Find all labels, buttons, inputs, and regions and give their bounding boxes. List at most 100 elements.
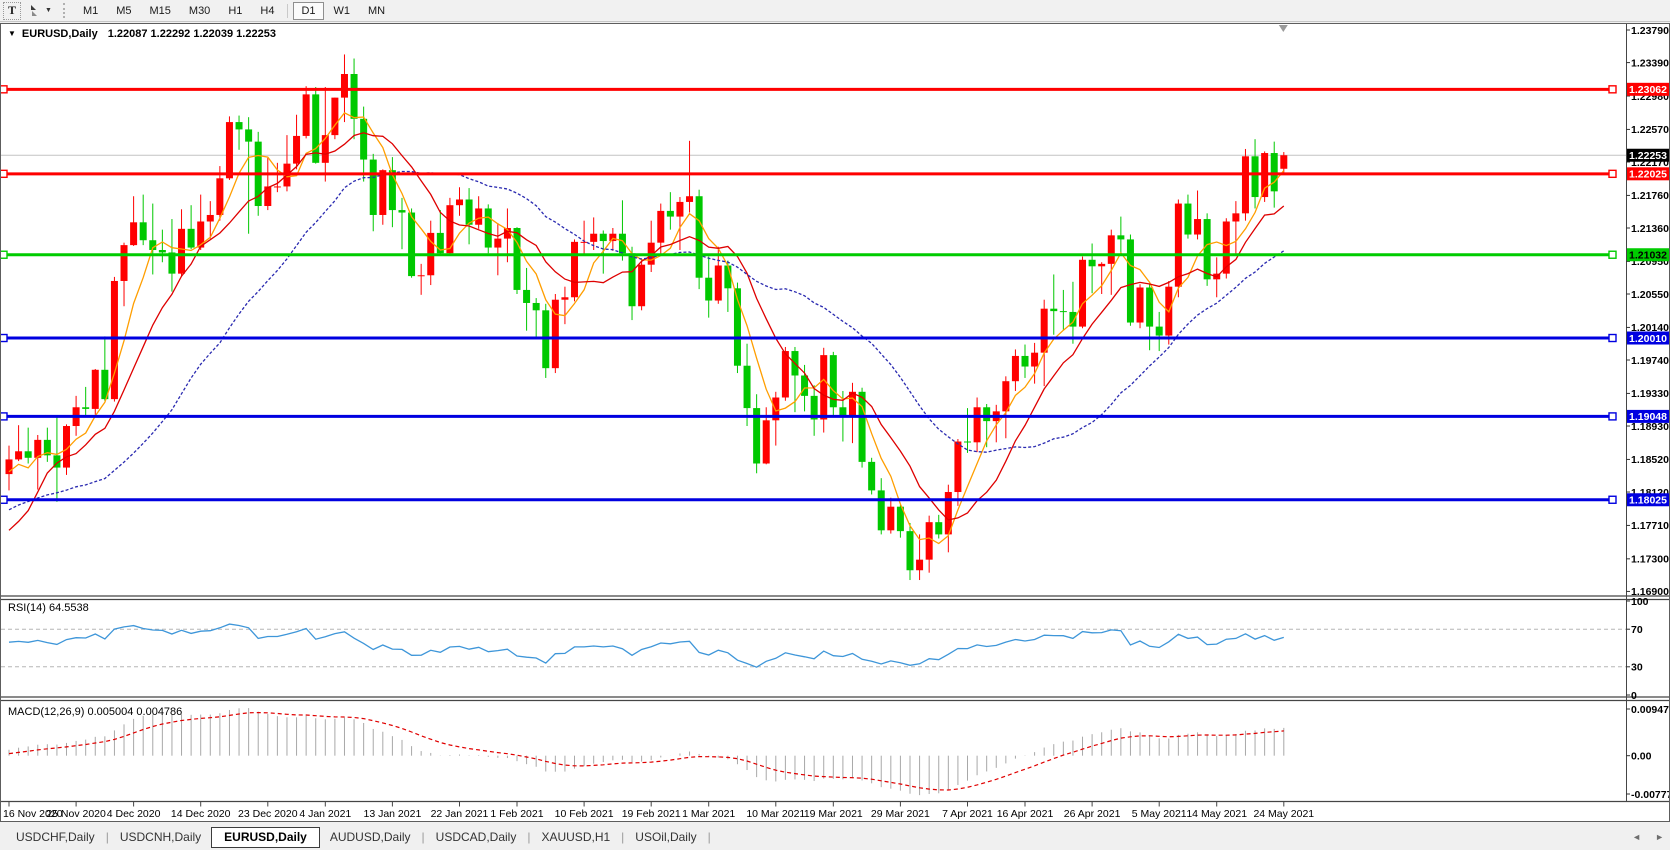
timeframe-button-mn[interactable]: MN	[360, 2, 393, 20]
svg-text:1.20550: 1.20550	[1631, 289, 1669, 301]
timeframe-button-m30[interactable]: M30	[181, 2, 218, 20]
svg-text:70: 70	[1631, 624, 1643, 636]
timeframe-button-w1[interactable]: W1	[326, 2, 359, 20]
svg-text:1 Feb 2021: 1 Feb 2021	[490, 808, 543, 820]
svg-text:1.23062: 1.23062	[1629, 84, 1667, 96]
chart-tabbar: USDCHF,Daily | USDCNH,DailyEURUSD,DailyAUD…	[0, 826, 1670, 848]
timeframe-button-m1[interactable]: M1	[75, 2, 106, 20]
chart-tab-usoil[interactable]: USOil,Daily	[625, 827, 706, 847]
arrows-tool-button[interactable]: ▼	[24, 2, 55, 20]
svg-text:4 Jan 2021: 4 Jan 2021	[299, 808, 351, 820]
svg-text:22 Jan 2021: 22 Jan 2021	[431, 808, 489, 820]
level-handle	[1609, 251, 1616, 258]
chart-canvas[interactable]: 1.237901.233901.229801.225701.221701.217…	[1, 24, 1669, 821]
rsi-line	[9, 624, 1284, 667]
svg-text:30: 30	[1631, 662, 1643, 674]
toolbar-grip	[63, 3, 67, 18]
tab-scroll-arrows: ◄ ►	[1632, 826, 1664, 848]
level-handle	[1, 496, 7, 503]
svg-text:1.21032: 1.21032	[1629, 250, 1667, 262]
chevron-down-icon: ▼	[45, 7, 52, 14]
chart-tab-eurusd[interactable]: EURUSD,Daily	[211, 827, 320, 848]
svg-text:1.23790: 1.23790	[1631, 25, 1669, 37]
svg-text:23 Dec 2020: 23 Dec 2020	[238, 808, 298, 820]
svg-text:19 Feb 2021: 19 Feb 2021	[622, 808, 681, 820]
svg-text:1.20010: 1.20010	[1629, 333, 1667, 345]
tab-scroll-right-icon[interactable]: ►	[1655, 832, 1664, 842]
level-handle	[1, 86, 7, 93]
ma-fast-line	[9, 113, 1284, 544]
timeframe-button-m5[interactable]: M5	[108, 2, 139, 20]
ma-mid-line	[9, 133, 1284, 531]
svg-text:1.17300: 1.17300	[1631, 554, 1669, 566]
svg-text:10 Feb 2021: 10 Feb 2021	[555, 808, 614, 820]
rsi-pane: 100 70 30 0	[1, 596, 1649, 702]
moving-averages	[9, 113, 1284, 544]
toolbar: T ▼ M1M5M15M30H1H4 D1W1MN	[0, 0, 1670, 22]
chart-tab-usdchf[interactable]: USDCHF,Daily	[6, 827, 105, 847]
svg-text:1.23390: 1.23390	[1631, 57, 1669, 69]
svg-text:1.22025: 1.22025	[1629, 169, 1667, 181]
level-handle	[1, 335, 7, 342]
timeframe-button-h1[interactable]: H1	[220, 2, 250, 20]
chart-tab-audusd[interactable]: AUDUSD,Daily	[320, 827, 421, 847]
svg-text:13 Jan 2021: 13 Jan 2021	[363, 808, 421, 820]
svg-text:7 Apr 2021: 7 Apr 2021	[942, 808, 993, 820]
timeframe-button-h4[interactable]: H4	[252, 2, 282, 20]
svg-text:1.19740: 1.19740	[1631, 355, 1669, 367]
arrows-tool-icon	[27, 4, 42, 17]
toolbar-separator	[287, 4, 288, 18]
date-axis: 16 Nov 202025 Nov 20204 Dec 202014 Dec 2…	[3, 802, 1314, 820]
level-handle	[1609, 496, 1616, 503]
svg-text:1.21360: 1.21360	[1631, 223, 1669, 235]
svg-text:25 Nov 2020: 25 Nov 2020	[46, 808, 106, 820]
svg-text:1.21760: 1.21760	[1631, 190, 1669, 202]
text-tool-button[interactable]: T	[3, 2, 21, 20]
svg-text:1.18520: 1.18520	[1631, 454, 1669, 466]
svg-text:1.22570: 1.22570	[1631, 124, 1669, 136]
svg-text:0.009478: 0.009478	[1631, 704, 1669, 716]
svg-text:0.00: 0.00	[1631, 750, 1652, 762]
svg-text:1.19048: 1.19048	[1629, 411, 1667, 423]
svg-text:26 Apr 2021: 26 Apr 2021	[1064, 808, 1121, 820]
level-handle	[1609, 170, 1616, 177]
tab-separator: |	[707, 830, 712, 844]
level-handle	[1609, 413, 1616, 420]
svg-text:1.18025: 1.18025	[1629, 495, 1667, 507]
chart-tab-xauusd[interactable]: XAUUSD,H1	[531, 827, 620, 847]
svg-text:24 May 2021: 24 May 2021	[1253, 808, 1314, 820]
svg-text:1.22253: 1.22253	[1629, 150, 1667, 162]
svg-text:1.19330: 1.19330	[1631, 388, 1669, 400]
tab-items: USDCHF,Daily | USDCNH,DailyEURUSD,DailyAUD…	[6, 827, 712, 848]
level-handle	[1, 170, 7, 177]
level-handle	[1, 413, 7, 420]
svg-text:0: 0	[1631, 690, 1637, 702]
svg-text:100: 100	[1631, 596, 1649, 608]
svg-text:29 Mar 2021: 29 Mar 2021	[871, 808, 930, 820]
svg-text:-0.007778: -0.007778	[1631, 789, 1669, 801]
timeframe-buttons: M1M5M15M30H1H4 D1W1MN	[74, 2, 394, 20]
svg-text:10 Mar 2021: 10 Mar 2021	[746, 808, 805, 820]
tab-scroll-left-icon[interactable]: ◄	[1632, 832, 1641, 842]
chart-window: 1.237901.233901.229801.225701.221701.217…	[0, 23, 1670, 822]
svg-text:1 Mar 2021: 1 Mar 2021	[682, 808, 735, 820]
svg-text:5 May 2021: 5 May 2021	[1132, 808, 1187, 820]
svg-text:16 Apr 2021: 16 Apr 2021	[997, 808, 1054, 820]
trading-app-window: T ▼ M1M5M15M30H1H4 D1W1MN 1.23790 1.23390 1…	[0, 0, 1670, 850]
svg-text:14 May 2021: 14 May 2021	[1186, 808, 1247, 820]
timeframe-button-d1[interactable]: D1	[293, 2, 323, 20]
macd-pane: 0.009478 0.00 -0.007778	[9, 704, 1669, 801]
price-axis: 1.237901.233901.229801.225701.221701.217…	[1626, 25, 1669, 794]
horizontal-levels[interactable]	[1, 86, 1616, 503]
level-handle	[1, 251, 7, 258]
chart-tab-usdcnh[interactable]: USDCNH,Daily	[110, 827, 211, 847]
svg-text:19 Mar 2021: 19 Mar 2021	[804, 808, 863, 820]
level-handle	[1609, 86, 1616, 93]
svg-text:4 Dec 2020: 4 Dec 2020	[107, 808, 161, 820]
svg-text:14 Dec 2020: 14 Dec 2020	[171, 808, 231, 820]
level-handle	[1609, 335, 1616, 342]
timeframe-button-m15[interactable]: M15	[142, 2, 179, 20]
text-tool-icon: T	[8, 3, 16, 18]
chart-tab-usdcad[interactable]: USDCAD,Daily	[426, 827, 527, 847]
svg-text:1.17710: 1.17710	[1631, 520, 1669, 532]
